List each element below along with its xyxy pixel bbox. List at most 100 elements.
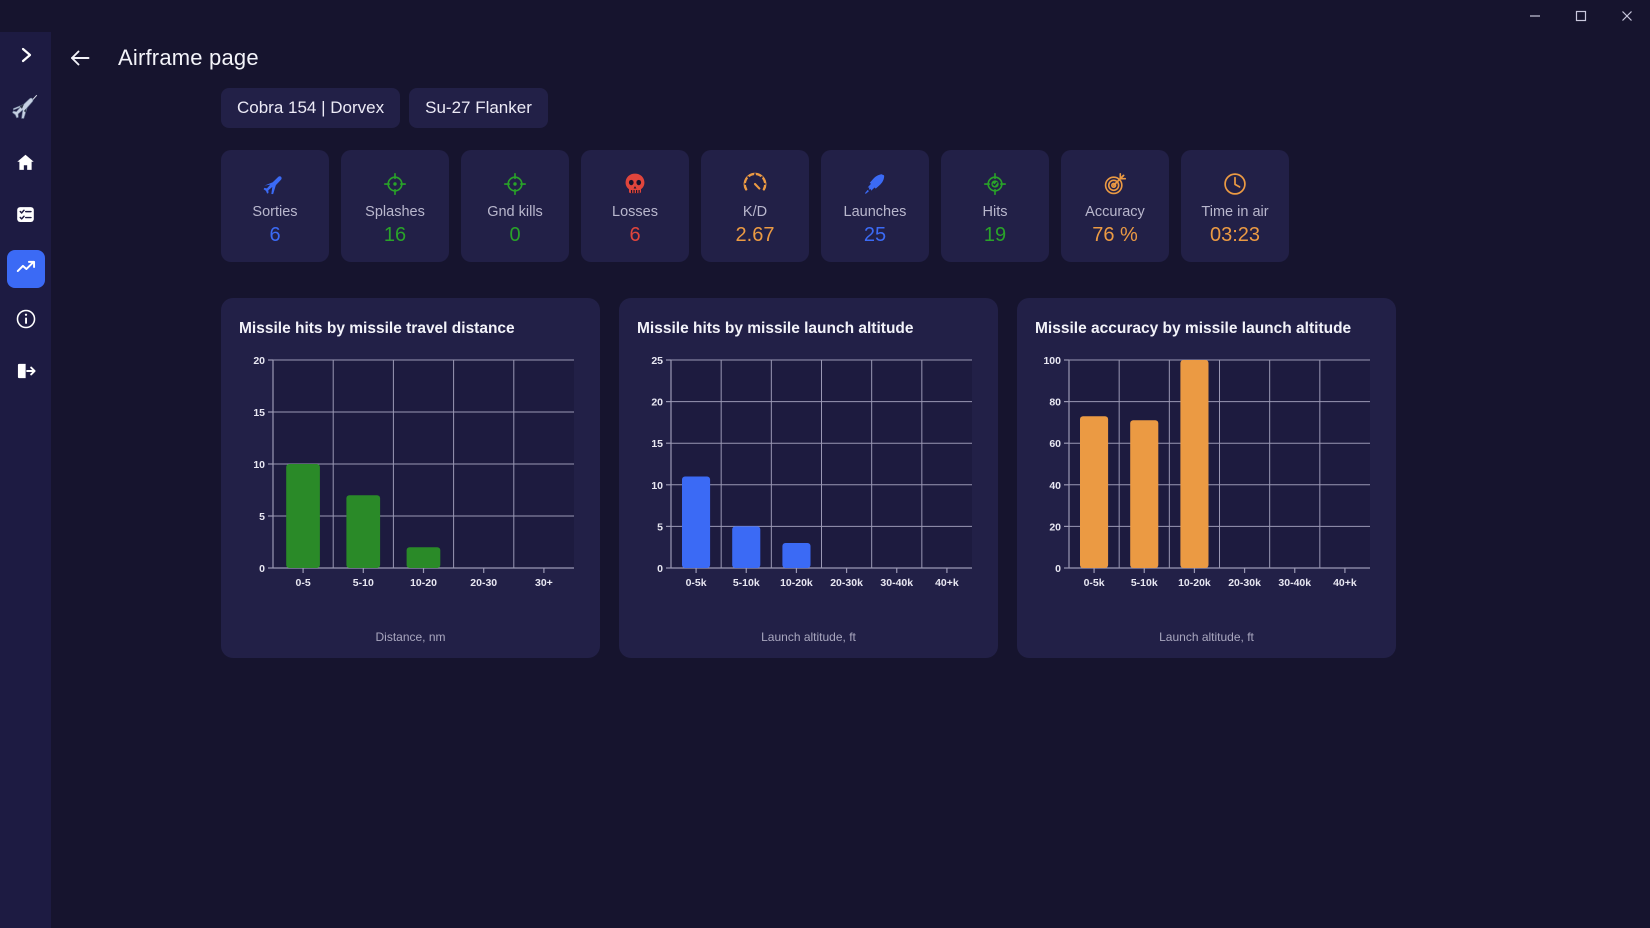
svg-text:20: 20 [651, 397, 663, 409]
stat-value: 2.67 [735, 224, 775, 246]
stat-label: Launches [843, 204, 907, 220]
main-content: Cobra 154 | Dorvex Su-27 Flanker Sorties… [51, 88, 1650, 928]
stat-value: 6 [269, 224, 281, 246]
gauge-icon [742, 169, 768, 199]
bar-5-10k[interactable] [1130, 420, 1159, 568]
airframe-tabs: Cobra 154 | Dorvex Su-27 Flanker [221, 88, 1650, 128]
plot-area: 0 5 10 15 20 25 0-5k 5-10k 10-20k 20-30k 30-40k 40+… [637, 352, 980, 625]
bar-0-5k[interactable] [1080, 416, 1109, 568]
svg-text:0-5k: 0-5k [686, 577, 707, 589]
x-axis-label: Distance, nm [375, 630, 446, 644]
sidebar-item-home[interactable] [7, 146, 45, 184]
stat-card-k-d[interactable]: K/D 2.67 [701, 150, 809, 262]
info-circle-icon [15, 308, 37, 335]
svg-text:40+k: 40+k [935, 577, 959, 589]
bar-10-20[interactable] [406, 547, 441, 568]
fighter-jet-logo-icon [11, 92, 41, 127]
svg-text:20: 20 [1049, 521, 1061, 533]
x-axis-label: Launch altitude, ft [761, 630, 856, 644]
missile-icon [862, 169, 888, 199]
window-titlebar [0, 0, 1650, 32]
chart-plot: 0 5 10 15 20 0-5 5-10 10-20 20-30 30+ [253, 355, 574, 589]
sidebar-item-missions[interactable] [7, 198, 45, 236]
bar-0-5[interactable] [286, 464, 320, 568]
svg-text:5-10k: 5-10k [733, 577, 760, 589]
svg-text:20-30k: 20-30k [830, 577, 863, 589]
bar-10-20k[interactable] [782, 543, 811, 568]
chart-panel-3: Missile accuracy by missile launch altit… [1017, 298, 1396, 658]
bar-5-10k[interactable] [732, 526, 761, 568]
list-checks-icon [15, 204, 36, 230]
back-button[interactable] [68, 46, 92, 70]
stat-value: 16 [383, 224, 407, 246]
sidebar-expand-button[interactable] [7, 38, 45, 76]
stat-value: 03:23 [1209, 224, 1261, 246]
logout-icon [15, 360, 37, 387]
svg-text:5: 5 [657, 521, 663, 533]
svg-text:5-10k: 5-10k [1131, 577, 1158, 589]
bar-10-20k[interactable] [1180, 360, 1209, 568]
skull-icon [622, 169, 648, 199]
bar-0-5k[interactable] [682, 476, 711, 569]
svg-text:0: 0 [657, 563, 663, 575]
svg-text:0: 0 [259, 563, 265, 575]
svg-text:30-40k: 30-40k [880, 577, 913, 589]
svg-text:0: 0 [1055, 563, 1061, 575]
clock-icon [1222, 169, 1248, 199]
sidebar-item-logout[interactable] [7, 354, 45, 392]
svg-text:20-30k: 20-30k [1228, 577, 1261, 589]
svg-text:25: 25 [651, 355, 663, 367]
stat-label: K/D [742, 204, 768, 220]
svg-text:10-20k: 10-20k [1178, 577, 1211, 589]
window-maximize-button[interactable] [1558, 0, 1604, 32]
stat-label: Gnd kills [487, 204, 543, 220]
dartboard-icon [1102, 169, 1128, 199]
target-check-icon [982, 169, 1008, 199]
svg-text:30-40k: 30-40k [1278, 577, 1311, 589]
bar-5-10[interactable] [346, 495, 381, 568]
sidebar [0, 0, 51, 928]
tab-cobra-154-dorvex[interactable]: Cobra 154 | Dorvex [221, 88, 401, 128]
stat-value: 25 [863, 224, 887, 246]
svg-text:40+k: 40+k [1333, 577, 1357, 589]
stat-card-splashes[interactable]: Splashes 16 [341, 150, 449, 262]
svg-text:0-5k: 0-5k [1084, 577, 1105, 589]
sidebar-item-about[interactable] [7, 302, 45, 340]
svg-text:5-10: 5-10 [353, 577, 374, 589]
stat-value: 0 [509, 224, 521, 246]
plot-area: 0 20 40 60 80 100 0-5k 5-10k 10-20k 20-30k 30-40k 4… [1035, 352, 1378, 625]
chart-title: Missile hits by missile launch altitude [637, 320, 914, 337]
stat-card-gnd-kills[interactable]: Gnd kills 0 [461, 150, 569, 262]
svg-text:100: 100 [1043, 355, 1061, 367]
chart-plot: 0 5 10 15 20 25 0-5k 5-10k 10-20k 20-30k 30-40k 40+… [651, 355, 972, 589]
sidebar-item-app-logo [7, 90, 45, 128]
stat-card-sorties[interactable]: Sorties 6 [221, 150, 329, 262]
plot-area: 0 5 10 15 20 0-5 5-10 10-20 20-30 30+ [239, 352, 582, 625]
stat-label: Sorties [252, 204, 298, 220]
window-minimize-button[interactable] [1512, 0, 1558, 32]
chart-plot: 0 20 40 60 80 100 0-5k 5-10k 10-20k 20-30k 30-40k 4… [1043, 355, 1370, 589]
svg-text:60: 60 [1049, 438, 1061, 450]
tab-su-27-flanker[interactable]: Su-27 Flanker [409, 88, 548, 128]
stat-value: 19 [983, 224, 1007, 246]
stat-card-hits[interactable]: Hits 19 [941, 150, 1049, 262]
window-close-button[interactable] [1604, 0, 1650, 32]
stat-card-losses[interactable]: Losses 6 [581, 150, 689, 262]
chart-panel-1: Missile hits by missile travel distance 0… [221, 298, 600, 658]
x-axis-label: Launch altitude, ft [1159, 630, 1254, 644]
chart-title: Missile accuracy by missile launch altit… [1035, 320, 1352, 337]
home-icon [15, 152, 36, 178]
stat-card-accuracy[interactable]: Accuracy 76 % [1061, 150, 1169, 262]
svg-text:40: 40 [1049, 480, 1061, 492]
stat-card-launches[interactable]: Launches 25 [821, 150, 929, 262]
sidebar-item-statistics[interactable] [6, 250, 45, 288]
stat-card-time-in-air[interactable]: Time in air 03:23 [1181, 150, 1289, 262]
stat-value: 6 [629, 224, 641, 246]
page-header: Airframe page [51, 38, 1650, 78]
svg-text:5: 5 [259, 511, 265, 523]
stat-label: Time in air [1201, 204, 1269, 220]
chart-title: Missile hits by missile travel distance [239, 320, 515, 337]
fighter-jet-icon [262, 169, 288, 199]
page-title: Airframe page [118, 45, 259, 70]
svg-text:10-20k: 10-20k [780, 577, 813, 589]
